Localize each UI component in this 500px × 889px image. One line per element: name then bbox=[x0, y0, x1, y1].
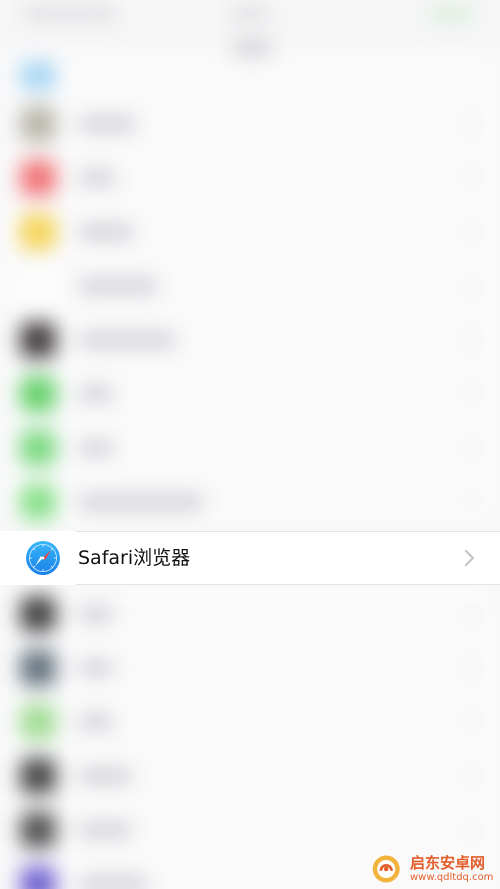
app-icon-blur bbox=[20, 160, 56, 196]
app-icon-blur bbox=[20, 268, 58, 306]
app-icon-blur bbox=[20, 322, 56, 358]
row-text-blur bbox=[78, 170, 116, 186]
chevron-right-icon bbox=[464, 549, 475, 567]
row-text-blur bbox=[78, 278, 158, 294]
list-item bbox=[0, 150, 500, 205]
row-text-blur bbox=[78, 386, 114, 402]
safari-compass-icon bbox=[26, 541, 60, 575]
watermark-url: www.qdltdq.com bbox=[410, 872, 494, 883]
list-item bbox=[0, 96, 500, 151]
status-bar bbox=[0, 0, 500, 28]
settings-screen: Safari浏览器 启东安卓网 www.qdltdq.com bbox=[0, 0, 500, 889]
app-icon-blur bbox=[20, 596, 56, 632]
app-icon-blur bbox=[20, 106, 56, 142]
row-divider bbox=[76, 584, 500, 585]
status-carrier-blur bbox=[22, 8, 117, 20]
row-text-blur bbox=[78, 224, 134, 240]
status-battery-blur bbox=[428, 8, 474, 20]
app-icon-blur bbox=[20, 758, 56, 794]
app-icon-blur bbox=[20, 214, 56, 250]
chevron-right-icon bbox=[463, 493, 481, 511]
chevron-right-icon bbox=[463, 821, 481, 839]
row-text-blur bbox=[78, 768, 132, 784]
chevron-right-icon bbox=[463, 115, 481, 133]
status-time-blur bbox=[230, 8, 270, 20]
app-icon-blur bbox=[20, 704, 56, 740]
chevron-right-icon bbox=[463, 331, 481, 349]
app-icon-blur bbox=[20, 650, 56, 686]
row-text-blur bbox=[78, 660, 114, 676]
app-icon-blur bbox=[20, 866, 56, 889]
row-text-blur bbox=[78, 494, 204, 510]
app-icon-blur bbox=[20, 376, 56, 412]
row-divider bbox=[76, 531, 500, 532]
watermark-name: 启东安卓网 bbox=[410, 854, 486, 872]
list-item bbox=[0, 474, 500, 529]
app-icon-blur bbox=[20, 484, 56, 520]
row-text-blur bbox=[78, 440, 114, 456]
row-text-blur bbox=[78, 116, 136, 132]
chevron-right-icon bbox=[463, 439, 481, 457]
chevron-right-icon bbox=[463, 277, 481, 295]
watermark-emblem-icon bbox=[372, 855, 400, 883]
chevron-right-icon bbox=[463, 659, 481, 677]
list-item bbox=[0, 258, 500, 313]
chevron-right-icon bbox=[463, 223, 481, 241]
settings-row-label: Safari浏览器 bbox=[78, 547, 191, 569]
chevron-right-icon bbox=[463, 169, 481, 187]
blurred-settings-list bbox=[0, 0, 500, 889]
chevron-right-icon bbox=[463, 767, 481, 785]
row-text-blur bbox=[78, 332, 176, 348]
settings-row-safari[interactable]: Safari浏览器 bbox=[0, 531, 500, 585]
app-icon-blur bbox=[20, 62, 56, 90]
list-item bbox=[0, 56, 500, 97]
app-icon-blur bbox=[20, 430, 56, 466]
row-text-blur bbox=[78, 876, 148, 889]
app-icon-blur bbox=[20, 812, 56, 848]
row-text-blur bbox=[78, 822, 132, 838]
list-item bbox=[0, 694, 500, 749]
watermark-logo: 启东安卓网 www.qdltdq.com bbox=[368, 848, 500, 889]
chevron-right-icon bbox=[463, 385, 481, 403]
chevron-right-icon bbox=[463, 713, 481, 731]
row-text-blur bbox=[78, 714, 114, 730]
list-item bbox=[0, 420, 500, 475]
row-text-blur bbox=[78, 606, 114, 622]
chevron-right-icon bbox=[463, 605, 481, 623]
list-item bbox=[0, 586, 500, 641]
list-item bbox=[0, 748, 500, 803]
list-item bbox=[0, 312, 500, 367]
list-item bbox=[0, 640, 500, 695]
list-item bbox=[0, 204, 500, 259]
list-item bbox=[0, 366, 500, 421]
